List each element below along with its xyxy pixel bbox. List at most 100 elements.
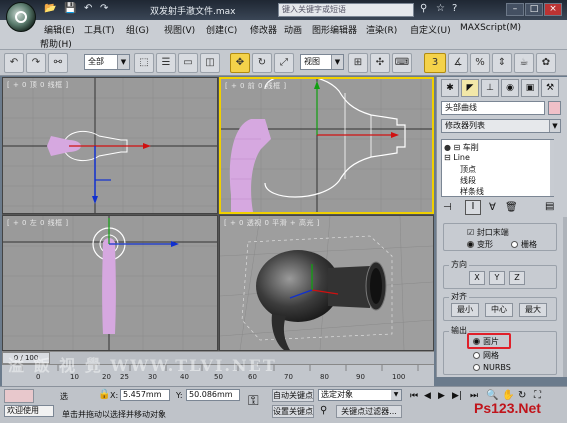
motion-tab-icon[interactable]: ◉ — [501, 79, 519, 97]
show-end-result-icon[interactable]: Ⅰ — [465, 200, 481, 215]
viewport-label[interactable]: [ + 0 顶 0 线框 ] — [7, 80, 69, 90]
hierarchy-tab-icon[interactable]: ⊥ — [481, 79, 499, 97]
remove-modifier-icon[interactable]: 🗑 — [505, 202, 518, 213]
direction-y-button[interactable]: Y — [489, 271, 505, 285]
keyboard-shortcut-icon[interactable]: ⌨ — [392, 53, 412, 73]
redo-button[interactable]: ↷ — [26, 53, 46, 73]
render-setup-icon[interactable]: ☕ — [514, 53, 534, 73]
modify-tab-icon[interactable]: ◤ — [461, 79, 479, 97]
selection-filter-select[interactable]: 全部 ▼ — [84, 54, 130, 70]
select-scale-icon[interactable]: ⤢ — [274, 53, 294, 73]
pivot-icon[interactable]: ⊞ — [348, 53, 368, 73]
redo-icon[interactable]: ↷ — [100, 3, 108, 14]
render-icon[interactable]: ✿ — [536, 53, 556, 73]
viewport-perspective[interactable]: [ + 0 透视 0 平滑 + 高光 ] — [219, 215, 434, 351]
menu-help[interactable]: 帮助(H) — [40, 37, 72, 50]
prev-frame-icon[interactable]: ◀ — [424, 391, 431, 401]
window-crossing-icon[interactable]: ◫ — [200, 53, 220, 73]
spinner-snap-icon[interactable]: ⇕ — [492, 53, 512, 73]
snap-toggle-button[interactable]: 3 — [424, 53, 446, 73]
minimize-button[interactable]: – — [506, 3, 524, 16]
select-move-icon[interactable]: ✥ — [230, 53, 250, 73]
folder-icon[interactable]: 📂 — [44, 3, 56, 14]
modifier-stack[interactable]: ● ⊟ 车削 ⊟ Line 顶点 线段 样条线 — [441, 139, 554, 197]
welcome-field[interactable]: 欢迎使用 — [4, 405, 54, 417]
viewport-front[interactable]: [ + 0 前 0 线框 ] — [219, 77, 434, 214]
display-tab-icon[interactable]: ▣ — [521, 79, 539, 97]
output-nurbs-radio[interactable]: NURBS — [473, 363, 511, 372]
menu-rendering[interactable]: 渲染(R) — [366, 23, 397, 36]
stack-item-line[interactable]: ⊟ Line — [444, 153, 470, 162]
menu-group[interactable]: 组(G) — [126, 23, 149, 36]
set-key-button[interactable]: 设置关键点 — [272, 405, 314, 418]
reference-coord-select[interactable]: 视图 ▼ — [300, 54, 344, 70]
direction-x-button[interactable]: X — [469, 271, 485, 285]
star-icon[interactable]: ☆ — [436, 3, 445, 14]
close-button[interactable]: × — [544, 3, 562, 16]
go-to-start-icon[interactable]: ⏮ — [410, 391, 418, 401]
key-filters-button[interactable]: 关键点过滤器... — [336, 405, 402, 418]
auto-key-button[interactable]: 自动关键点 — [272, 389, 314, 402]
x-coord-field[interactable]: 5.457mm — [120, 389, 170, 401]
key-icon[interactable]: ⚿ — [248, 393, 259, 409]
select-by-name-icon[interactable]: ☰ — [156, 53, 176, 73]
search-input[interactable]: 键入关键字或短语 — [278, 3, 414, 17]
morph-radio[interactable]: 变形 — [467, 239, 493, 250]
align-min-button[interactable]: 最小 — [451, 303, 479, 317]
menu-animation[interactable]: 动画 — [284, 23, 302, 36]
align-max-button[interactable]: 最大 — [519, 303, 547, 317]
percent-snap-icon[interactable]: % — [470, 53, 490, 73]
undo-button[interactable]: ↶ — [4, 53, 24, 73]
lightbulb-icon[interactable]: ● — [444, 143, 451, 152]
menu-graph-editors[interactable]: 图形编辑器 — [312, 23, 357, 36]
configure-sets-icon[interactable]: ▤ — [545, 201, 554, 212]
play-icon[interactable]: ▶ — [438, 391, 445, 401]
help-icon[interactable]: ? — [452, 3, 457, 14]
viewport-top[interactable]: [ + 0 顶 0 线框 ] — [2, 77, 218, 214]
panel-scrollbar[interactable] — [563, 217, 567, 377]
menu-create[interactable]: 创建(C) — [206, 23, 237, 36]
stack-item-lathe[interactable]: ● ⊟ 车削 — [444, 142, 479, 153]
maxscript-listener-mini[interactable] — [4, 389, 34, 403]
viewport-label[interactable]: [ + 0 透视 0 平滑 + 高光 ] — [224, 218, 320, 228]
stack-sub-segment[interactable]: 线段 — [460, 175, 476, 186]
stack-scrollbar[interactable] — [550, 140, 554, 196]
stack-sub-vertex[interactable]: 顶点 — [460, 164, 476, 175]
select-rotate-icon[interactable]: ↻ — [252, 53, 272, 73]
lock-icon[interactable]: 🔒 — [98, 389, 110, 400]
menu-edit[interactable]: 编辑(E) — [44, 23, 75, 36]
output-mesh-radio[interactable]: 网格 — [473, 350, 499, 361]
manipulate-icon[interactable]: ✣ — [370, 53, 390, 73]
direction-z-button[interactable]: Z — [509, 271, 525, 285]
binoculars-icon[interactable]: ⚲ — [420, 3, 427, 14]
link-icon[interactable]: ⚯ — [48, 53, 68, 73]
create-tab-icon[interactable]: ✱ — [441, 79, 459, 97]
menu-tools[interactable]: 工具(T) — [84, 23, 115, 36]
app-logo[interactable] — [6, 2, 36, 32]
viewport-left[interactable]: [ + 0 左 0 线框 ] — [2, 215, 218, 351]
make-unique-icon[interactable]: ∀ — [489, 202, 496, 213]
menu-views[interactable]: 视图(V) — [164, 23, 195, 36]
pin-stack-icon[interactable]: ⊣ — [443, 202, 452, 213]
stack-sub-spline[interactable]: 样条线 — [460, 186, 484, 197]
angle-snap-icon[interactable]: ∡ — [448, 53, 468, 73]
select-object-icon[interactable]: ⬚ — [134, 53, 154, 73]
selected-object-select[interactable]: 选定对象 ▼ — [318, 389, 402, 401]
grid-radio[interactable]: 栅格 — [511, 239, 537, 250]
viewport-label[interactable]: [ + 0 前 0 线框 ] — [225, 81, 287, 91]
maximize-button[interactable]: □ — [525, 3, 543, 16]
rect-region-icon[interactable]: ▭ — [178, 53, 198, 73]
object-name-field[interactable]: 头部曲线 — [441, 101, 545, 115]
cap-end-checkbox[interactable]: ☑ 封口末端 — [467, 227, 509, 238]
menu-maxscript[interactable]: MAXScript(M) — [460, 23, 521, 33]
menu-customize[interactable]: 自定义(U) — [410, 23, 451, 36]
modifier-list-select[interactable]: 修改器列表 ▼ — [441, 119, 561, 133]
filter-key-icon[interactable]: ⚲ — [320, 405, 327, 416]
viewport-label[interactable]: [ + 0 左 0 线框 ] — [7, 218, 69, 228]
menu-modifiers[interactable]: 修改器 — [250, 23, 277, 36]
object-color-swatch[interactable] — [548, 101, 561, 115]
output-patch-radio[interactable]: 面片 — [473, 336, 499, 347]
undo-icon[interactable]: ↶ — [84, 3, 92, 14]
next-frame-icon[interactable]: ▶| — [452, 391, 462, 401]
align-center-button[interactable]: 中心 — [485, 303, 513, 317]
